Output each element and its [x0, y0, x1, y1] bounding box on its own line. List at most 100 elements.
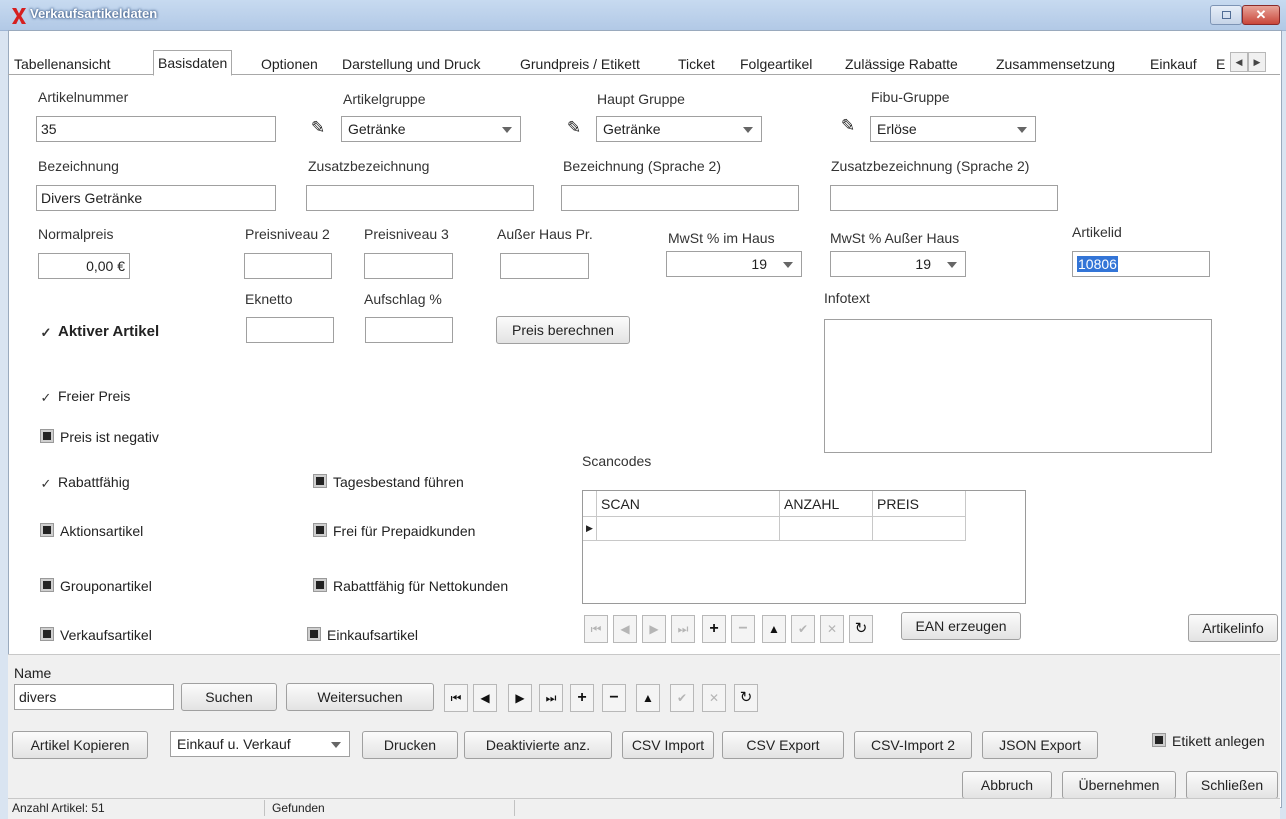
- title-bar[interactable]: [0, 0, 1286, 31]
- mwst-ausser-haus-select[interactable]: 19: [830, 251, 966, 277]
- tab-rabatte[interactable]: Zulässige Rabatte: [845, 53, 958, 75]
- preisniveau3-input[interactable]: [364, 253, 453, 279]
- ean-erzeugen-button[interactable]: EAN erzeugen: [901, 612, 1021, 640]
- record-refresh-icon[interactable]: ↻: [734, 684, 758, 712]
- grid-header-scan[interactable]: SCAN: [597, 491, 780, 517]
- mode-select[interactable]: Einkauf u. Verkauf: [170, 731, 350, 757]
- schliessen-button[interactable]: Schließen: [1186, 771, 1278, 799]
- bezeichnung-input[interactable]: Divers Getränke: [36, 185, 276, 211]
- record-edit-icon[interactable]: ▲: [636, 684, 660, 712]
- tagesbestand-checkbox[interactable]: Tagesbestand führen: [313, 474, 464, 490]
- grid-header-preis[interactable]: PREIS: [873, 491, 966, 517]
- tab-einkauf[interactable]: Einkauf: [1150, 53, 1197, 75]
- record-post-icon[interactable]: ✔: [670, 684, 694, 712]
- deaktivierte-button[interactable]: Deaktivierte anz.: [464, 731, 612, 759]
- nav-next-icon[interactable]: ▶: [642, 615, 666, 643]
- einkaufsartikel-checkbox[interactable]: Einkaufsartikel: [307, 627, 418, 643]
- tab-folgeartikel[interactable]: Folgeartikel: [740, 53, 812, 75]
- edit-fibugruppe-icon[interactable]: ✎: [836, 114, 860, 138]
- artikelid-input[interactable]: 10806: [1072, 251, 1210, 277]
- nav-up-icon[interactable]: ▲: [762, 615, 786, 643]
- artikelid-value: 10806: [1077, 256, 1118, 272]
- record-first-icon[interactable]: ⏮: [444, 684, 468, 712]
- name-input[interactable]: divers: [14, 684, 174, 710]
- drucken-button[interactable]: Drucken: [362, 731, 458, 759]
- nav-add-icon[interactable]: +: [702, 615, 726, 643]
- record-add-icon[interactable]: +: [570, 684, 594, 712]
- preisniveau2-input[interactable]: [244, 253, 332, 279]
- nav-confirm-icon[interactable]: ✔: [791, 615, 815, 643]
- mwst-im-haus-select[interactable]: 19: [666, 251, 802, 277]
- aktiver-artikel-checkbox[interactable]: Aktiver Artikel: [40, 323, 159, 340]
- artikelnummer-input[interactable]: 35: [36, 116, 276, 142]
- record-delete-icon[interactable]: −: [602, 684, 626, 712]
- record-next-icon[interactable]: ▶: [508, 684, 532, 712]
- infotext-textarea[interactable]: [824, 319, 1212, 453]
- close-button[interactable]: ✕: [1242, 5, 1280, 25]
- nav-prev-icon[interactable]: ◀: [613, 615, 637, 643]
- tab-basisdaten[interactable]: Basisdaten: [153, 50, 233, 76]
- edit-group-icon[interactable]: ✎: [306, 116, 330, 140]
- preisniveau3-label: Preisniveau 3: [364, 226, 449, 242]
- tab-darstellung[interactable]: Darstellung und Druck: [342, 53, 481, 75]
- zusatzbezeichnung2-input[interactable]: [830, 185, 1058, 211]
- restore-button[interactable]: [1210, 5, 1242, 25]
- uebernehmen-button[interactable]: Übernehmen: [1062, 771, 1176, 799]
- tab-tabellenansicht[interactable]: Tabellenansicht: [14, 53, 111, 75]
- hauptgruppe-select[interactable]: Getränke: [596, 116, 762, 142]
- normalpreis-input[interactable]: 0,00 €: [38, 253, 130, 279]
- csv-import-button[interactable]: CSV Import: [622, 731, 714, 759]
- tab-zusammensetzung[interactable]: Zusammensetzung: [996, 53, 1115, 75]
- artikelgruppe-select[interactable]: Getränke: [341, 116, 521, 142]
- aufschlag-input[interactable]: [365, 317, 453, 343]
- bezeichnung2-label: Bezeichnung (Sprache 2): [563, 158, 721, 174]
- tab-grundpreis[interactable]: Grundpreis / Etikett: [520, 53, 640, 75]
- edit-hauptgruppe-icon[interactable]: ✎: [562, 116, 586, 140]
- csv-export-button[interactable]: CSV Export: [722, 731, 844, 759]
- mwst-im-haus-value: 19: [751, 256, 767, 272]
- rabattfaehig-checkbox[interactable]: Rabattfähig: [40, 474, 130, 490]
- nav-refresh-icon[interactable]: ↻: [849, 615, 873, 643]
- grid-cell-anzahl[interactable]: [780, 517, 873, 541]
- suchen-button[interactable]: Suchen: [181, 683, 277, 711]
- bezeichnung2-input[interactable]: [561, 185, 799, 211]
- verkaufsartikel-checkbox[interactable]: Verkaufsartikel: [40, 627, 152, 643]
- artikelinfo-button[interactable]: Artikelinfo: [1188, 614, 1278, 642]
- nav-last-icon[interactable]: ⏭: [671, 615, 695, 643]
- tab-optionen[interactable]: Optionen: [261, 53, 318, 75]
- tab-ticket[interactable]: Ticket: [678, 53, 715, 75]
- grid-cell-preis[interactable]: [873, 517, 966, 541]
- json-export-button[interactable]: JSON Export: [982, 731, 1098, 759]
- preis-negativ-checkbox[interactable]: Preis ist negativ: [40, 429, 159, 445]
- prepaid-checkbox[interactable]: Frei für Prepaidkunden: [313, 523, 475, 539]
- tab-scroll-left-icon[interactable]: ◀: [1230, 52, 1248, 72]
- record-last-icon[interactable]: ⏭: [539, 684, 563, 712]
- freier-preis-checkbox[interactable]: Freier Preis: [40, 388, 130, 404]
- record-cancel-icon[interactable]: ✕: [702, 684, 726, 712]
- eknetto-input[interactable]: [246, 317, 334, 343]
- grid-cell-scan[interactable]: [597, 517, 780, 541]
- nettokunden-checkbox[interactable]: Rabattfähig für Nettokunden: [313, 578, 508, 594]
- nav-remove-icon[interactable]: −: [731, 615, 755, 643]
- tab-scroll-right-icon[interactable]: ▶: [1248, 52, 1266, 72]
- csv-import2-button[interactable]: CSV-Import 2: [854, 731, 972, 759]
- zusatzbezeichnung-input[interactable]: [306, 185, 534, 211]
- artikel-kopieren-button[interactable]: Artikel Kopieren: [12, 731, 148, 759]
- etikett-anlegen-checkbox[interactable]: Etikett anlegen: [1152, 733, 1265, 749]
- ausserhaus-input[interactable]: [500, 253, 589, 279]
- grouponartikel-label: Grouponartikel: [60, 578, 152, 594]
- nav-first-icon[interactable]: ⏮: [584, 615, 608, 643]
- nav-cancel-icon[interactable]: ✕: [820, 615, 844, 643]
- grouponartikel-checkbox[interactable]: Grouponartikel: [40, 578, 152, 594]
- checkbox-indeterminate-icon: [313, 578, 327, 592]
- abbruch-button[interactable]: Abbruch: [962, 771, 1052, 799]
- fibugruppe-select[interactable]: Erlöse: [870, 116, 1036, 142]
- aktionsartikel-checkbox[interactable]: Aktionsartikel: [40, 523, 143, 539]
- tab-more[interactable]: E: [1216, 53, 1225, 75]
- preis-berechnen-button[interactable]: Preis berechnen: [496, 316, 630, 344]
- grid-header-anzahl[interactable]: ANZAHL: [780, 491, 873, 517]
- scancodes-grid[interactable]: SCAN ANZAHL PREIS ▶: [582, 490, 1026, 604]
- record-prev-icon[interactable]: ◀: [473, 684, 497, 712]
- mwst-im-haus-label: MwSt % im Haus: [668, 230, 775, 246]
- weitersuchen-button[interactable]: Weitersuchen: [286, 683, 434, 711]
